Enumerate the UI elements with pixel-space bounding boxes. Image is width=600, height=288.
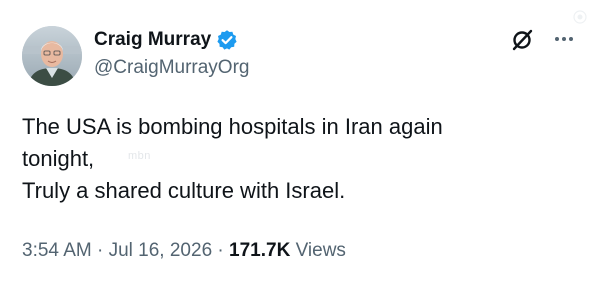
grok-icon[interactable]: [509, 27, 535, 53]
tweet-meta: 3:54 AM · Jul 16, 2026 · 171.7K Views: [22, 238, 346, 264]
meta-separator: ·: [91, 240, 109, 261]
watermark-text: mbn: [128, 150, 151, 162]
tweet-time[interactable]: 3:54 AM: [22, 240, 92, 261]
views-count: 171.7K: [229, 240, 291, 261]
tweet-text: The USA is bombing hospitals in Iran aga…: [22, 111, 582, 207]
avatar-image: [22, 26, 82, 86]
corner-watermark-icon: [571, 8, 589, 26]
name-row: Craig Murray: [94, 28, 249, 52]
verified-badge-icon[interactable]: [216, 29, 238, 51]
tweet-text-line: tonight,: [22, 146, 95, 171]
display-name[interactable]: Craig Murray: [94, 28, 211, 52]
avatar[interactable]: [22, 26, 82, 86]
author-block: Craig Murray @CraigMurrayOrg: [94, 28, 249, 80]
more-options-icon[interactable]: [553, 28, 575, 50]
tweet-text-line: Truly a shared culture with Israel.: [22, 178, 346, 203]
tweet-card: Craig Murray @CraigMurrayOrg The USA is …: [0, 0, 600, 288]
tweet-text-line: The USA is bombing hospitals in Iran aga…: [22, 114, 443, 139]
meta-separator: ·: [212, 240, 230, 261]
views-label: Views: [290, 240, 346, 261]
tweet-date[interactable]: Jul 16, 2026: [109, 240, 213, 261]
handle[interactable]: @CraigMurrayOrg: [94, 56, 249, 80]
